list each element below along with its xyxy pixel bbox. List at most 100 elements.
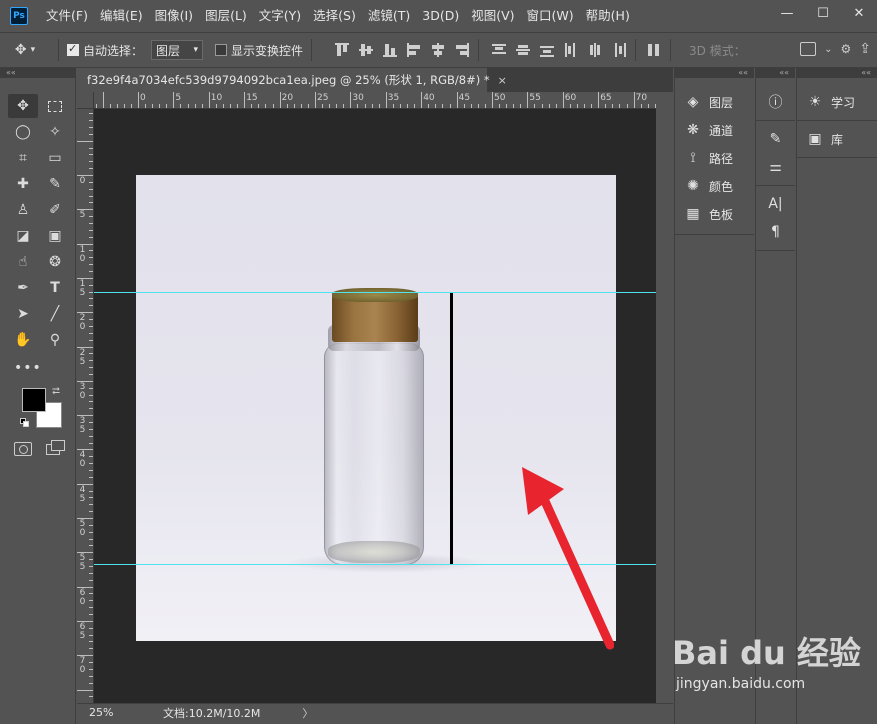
toolbar-collapse-strip[interactable]: «« <box>0 68 76 78</box>
lasso-tool-icon[interactable]: ◯ <box>8 120 38 144</box>
align-vertical-center-icon[interactable] <box>358 42 374 58</box>
screen-mode-icon[interactable] <box>46 440 66 456</box>
path-selection-tool-icon[interactable]: ➤ <box>8 302 38 326</box>
document-size: 文档:10.2M/10.2M <box>163 706 261 720</box>
distribute-horizontal-center-icon[interactable] <box>587 42 603 58</box>
rectangular-marquee-tool-icon[interactable] <box>40 94 70 118</box>
collapse-icon[interactable]: «« <box>779 68 789 77</box>
minimize-button[interactable]: — <box>769 0 805 26</box>
edit-toolbar-icon[interactable]: ••• <box>14 360 42 376</box>
align-bottom-icon[interactable] <box>382 42 398 58</box>
brush-tool-icon[interactable]: ✎ <box>40 172 70 196</box>
align-top-icon[interactable] <box>334 42 350 58</box>
magic-wand-tool-icon[interactable]: ✧ <box>40 120 70 144</box>
ruler-tick <box>89 559 93 561</box>
distribute-right-icon[interactable] <box>611 42 627 58</box>
quick-mask-icon[interactable] <box>14 442 32 456</box>
show-transform-checkbox[interactable] <box>215 44 228 56</box>
align-left-icon[interactable] <box>406 42 422 58</box>
panel-color[interactable]: ✺ 颜色 <box>675 172 754 200</box>
ruler-origin[interactable] <box>77 92 94 109</box>
auto-align-icon[interactable] <box>646 42 662 58</box>
status-menu-arrow-icon[interactable]: 〉 <box>302 705 313 721</box>
panel1-collapse-strip[interactable]: «« <box>674 68 754 78</box>
crop-tool-icon[interactable]: ⌗ <box>8 146 38 170</box>
menu-3d[interactable]: 3D(D) <box>416 0 465 32</box>
distribute-vertical-center-icon[interactable] <box>515 42 531 58</box>
auto-select-target-dropdown[interactable]: 图层 ▾ <box>151 40 204 60</box>
show-transform-option[interactable]: 显示变换控件 <box>215 42 303 59</box>
distribute-bottom-icon[interactable] <box>539 42 555 58</box>
healing-brush-tool-icon[interactable]: ✚ <box>8 172 38 196</box>
menu-select[interactable]: 选择(S) <box>307 0 362 32</box>
line-tool-icon[interactable]: ╱ <box>40 302 70 326</box>
clone-stamp-tool-icon[interactable]: ♙ <box>8 198 38 222</box>
hand-tool-icon[interactable]: ✋ <box>8 328 38 352</box>
zoom-tool-icon[interactable]: ⚲ <box>40 328 70 352</box>
align-right-icon[interactable] <box>454 42 470 58</box>
distribute-top-icon[interactable] <box>491 42 507 58</box>
vertical-ruler[interactable]: 0 5 1 0 1 5 2 0 2 5 3 0 3 5 4 0 4 5 5 0 5 5 6 0 6 5 7 … <box>77 109 94 703</box>
ruler-tick <box>215 104 217 108</box>
ruler-tool-icon[interactable]: ▭ <box>40 146 70 170</box>
auto-select-option[interactable]: 自动选择： <box>67 42 143 59</box>
type-tool-icon[interactable]: T <box>40 276 70 300</box>
workspace-icon[interactable] <box>800 42 817 56</box>
menu-type[interactable]: 文字(Y) <box>253 0 307 32</box>
settings-icon[interactable]: ⚙ <box>841 42 852 56</box>
menu-view[interactable]: 视图(V) <box>465 0 520 32</box>
panel-libraries[interactable]: ▣ 库 <box>797 125 877 153</box>
default-colors-icon[interactable] <box>20 418 30 428</box>
align-horizontal-center-icon[interactable] <box>430 42 446 58</box>
collapse-icon[interactable]: «« <box>738 68 748 77</box>
distribute-left-icon[interactable] <box>563 42 579 58</box>
auto-select-checkbox[interactable] <box>67 42 79 56</box>
info-icon[interactable]: ⓘ <box>756 88 795 116</box>
panel-layers[interactable]: ◈ 图层 <box>675 88 754 116</box>
menu-layer[interactable]: 图层(L) <box>199 0 253 32</box>
character-icon[interactable]: A| <box>756 190 795 218</box>
eraser-tool-icon[interactable]: ◪ <box>8 224 38 248</box>
share-icon[interactable]: ⇪ <box>859 41 871 57</box>
adjustments-icon[interactable]: ⚌ <box>756 153 795 181</box>
swap-colors-icon[interactable]: ⮂ <box>52 386 60 397</box>
panel2-collapse-strip[interactable]: «« <box>755 68 795 78</box>
menu-help[interactable]: 帮助(H) <box>580 0 636 32</box>
brush-settings-icon[interactable]: ✎ <box>756 125 795 153</box>
horizontal-ruler[interactable]: 0 5 10 15 20 25 30 35 40 45 50 55 60 65 70 <box>94 92 656 109</box>
maximize-button[interactable]: ☐ <box>805 0 841 26</box>
panel-learn[interactable]: ☀ 学习 <box>797 88 877 116</box>
panel-swatches[interactable]: ▦ 色板 <box>675 200 754 228</box>
canvas-workspace[interactable] <box>94 109 656 703</box>
chevron-down-icon[interactable]: ⌄ <box>824 44 832 55</box>
ruler-tick <box>152 104 154 108</box>
ruler-tick <box>89 223 93 225</box>
horizontal-guide-top[interactable] <box>94 292 656 293</box>
gradient-tool-icon[interactable]: ▣ <box>40 224 70 248</box>
foreground-color-swatch[interactable] <box>22 388 46 412</box>
document-tab[interactable]: f32e9f4a7034efc539d9794092bca1ea.jpeg @ … <box>77 68 507 92</box>
close-icon[interactable]: × <box>498 74 507 87</box>
move-tool-icon[interactable]: ✥ <box>8 94 38 118</box>
panel-channels[interactable]: ❋ 通道 <box>675 116 754 144</box>
history-brush-tool-icon[interactable]: ✐ <box>40 198 70 222</box>
panel-paths[interactable]: ⟟ 路径 <box>675 144 754 172</box>
menu-image[interactable]: 图像(I) <box>149 0 199 32</box>
panel3-collapse-strip[interactable]: «« <box>796 68 877 78</box>
menu-file[interactable]: 文件(F) <box>40 0 94 32</box>
close-button[interactable]: ✕ <box>841 0 877 26</box>
shape-1-vertical-line[interactable] <box>450 293 453 565</box>
move-tool-preset-button[interactable]: ✥ ▾ <box>0 42 50 58</box>
collapse-icon[interactable]: «« <box>6 68 16 77</box>
menu-window[interactable]: 窗口(W) <box>521 0 580 32</box>
sponge-tool-icon[interactable]: ❂ <box>40 250 70 274</box>
smudge-tool-icon[interactable]: ☝ <box>8 250 38 274</box>
zoom-level[interactable]: 25% <box>77 706 137 719</box>
menu-filter[interactable]: 滤镜(T) <box>362 0 416 32</box>
paragraph-icon[interactable]: ¶ <box>756 218 795 246</box>
ruler-tick <box>89 524 93 526</box>
ruler-label: 6 5 <box>79 621 86 641</box>
pen-tool-icon[interactable]: ✒ <box>8 276 38 300</box>
menu-edit[interactable]: 编辑(E) <box>94 0 149 32</box>
collapse-icon[interactable]: «« <box>861 68 871 77</box>
